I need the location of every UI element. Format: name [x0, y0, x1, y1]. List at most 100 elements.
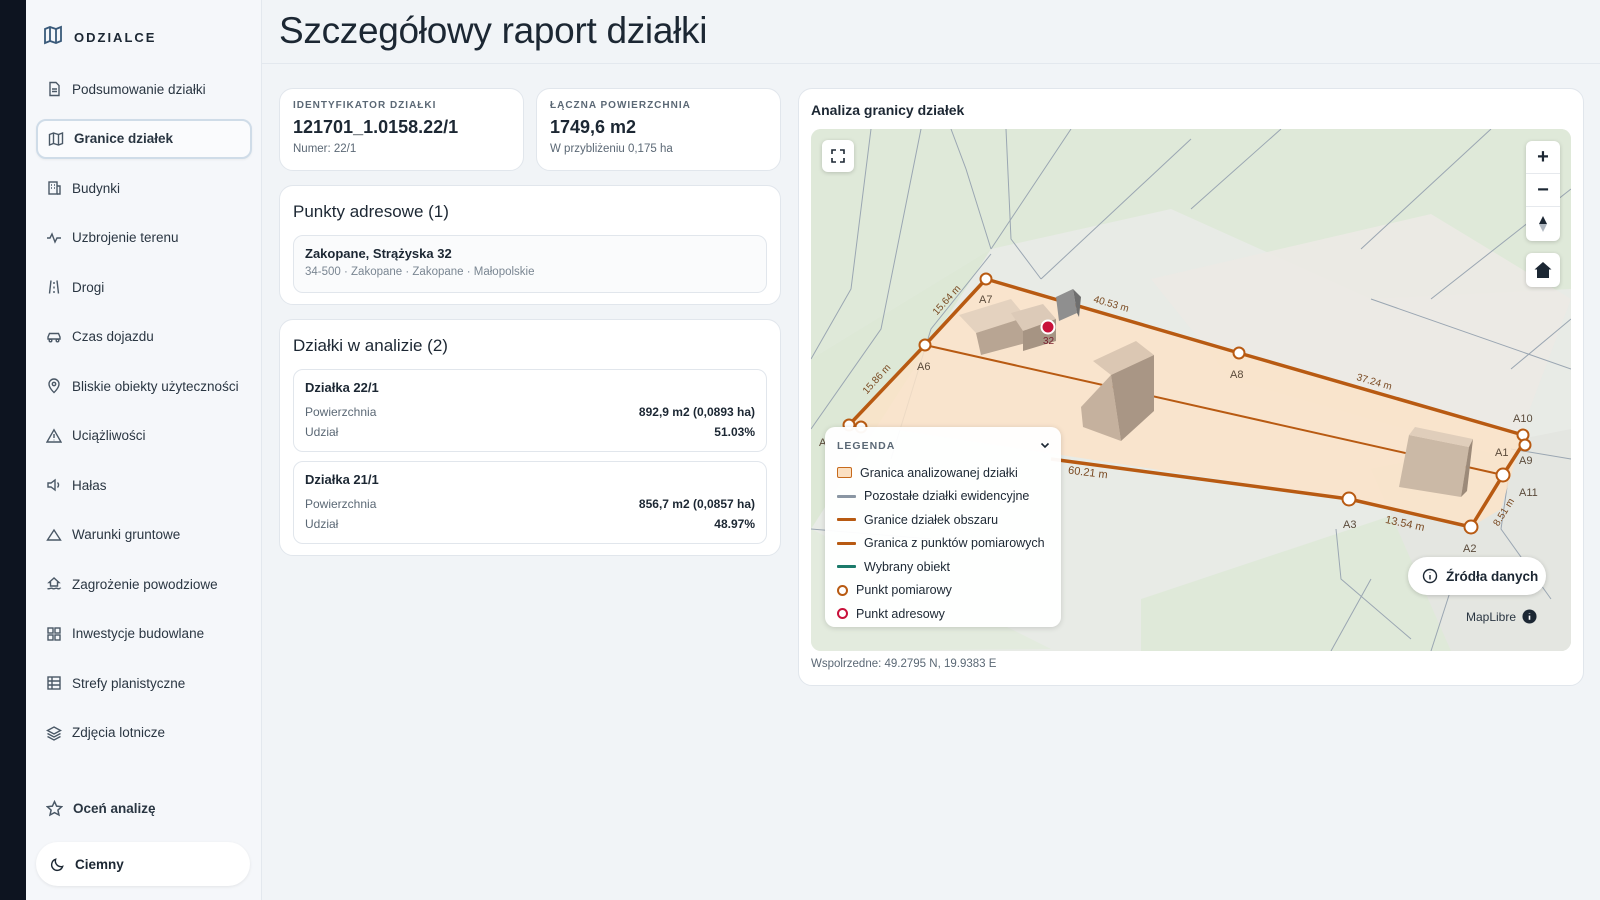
parcel-id-card: IDENTYFIKATOR DZIAŁKI 121701_1.0158.22/1…: [279, 88, 524, 171]
parcel-name: Działka 21/1: [305, 472, 379, 487]
sidebar-item-label: Hałas: [72, 477, 107, 493]
point-label-a8: A8: [1230, 369, 1244, 381]
address-details: 34-500 · Zakopane · Zakopane · Małopolsk…: [305, 266, 535, 278]
speaker-icon: [47, 478, 60, 492]
brand[interactable]: ODZIALCE: [42, 24, 156, 51]
legend-items: Granica analizowanej działki Pozostałe d…: [837, 461, 1045, 626]
sidebar-item-budynki[interactable]: Budynki: [36, 168, 252, 208]
map-view[interactable]: A7 A6 A8 A10 A1 A9 A11 A3 A2 A 32 15.64 …: [811, 129, 1571, 651]
address-points-title: Punkty adresowe (1): [293, 202, 449, 221]
grid-icon: [47, 626, 61, 641]
road-icon: [48, 280, 60, 294]
sidebar-item-uciazliwosci[interactable]: Uciążliwości: [36, 416, 252, 456]
selected-object-swatch: [837, 565, 856, 569]
sidebar-item-podsumowanie[interactable]: Podsumowanie działki: [36, 69, 252, 109]
zoom-in-button[interactable]: +: [1526, 141, 1560, 174]
fullscreen-button[interactable]: [822, 140, 854, 172]
area-boundaries-swatch: [837, 518, 856, 522]
warning-icon: [46, 427, 62, 443]
address-point-label: 32: [1043, 336, 1055, 347]
legend-item: Granica z punktów pomiarowych: [837, 532, 1045, 556]
boundary-analysis-card: Analiza granicy działek A7 A6 A8 A10 A1 …: [798, 88, 1584, 686]
building-icon: [48, 181, 61, 195]
sidebar-item-uzbrojenie[interactable]: Uzbrojenie terenu: [36, 218, 252, 258]
sidebar-item-label: Bliskie obiekty użyteczności: [72, 378, 239, 394]
sidebar-item-drogi[interactable]: Drogi: [36, 267, 252, 307]
address-item[interactable]: Zakopane, Strążyska 32 34-500 · Zakopane…: [293, 235, 767, 293]
zoom-controls: + −: [1526, 141, 1560, 241]
survey-boundary-swatch: [837, 541, 856, 545]
table-icon: [47, 676, 61, 690]
sidebar-item-inwestycje[interactable]: Inwestycje budowlane: [36, 614, 252, 654]
home-icon: [1534, 262, 1552, 278]
attribution-label[interactable]: MapLibre: [1466, 610, 1516, 624]
compass-button[interactable]: [1526, 207, 1560, 240]
legend-item: Pozostałe działki ewidencyjne: [837, 485, 1045, 509]
parcel-area-key: Powierzchnia: [305, 497, 377, 511]
sidebar-item-label: Zagrożenie powodziowe: [72, 576, 218, 592]
parcel-share-row: Udział 51.03%: [305, 425, 755, 439]
info-icon: [1422, 568, 1438, 584]
parcel-area-row: Powierzchnia 856,7 m2 (0,0857 ha): [305, 497, 755, 511]
analyzed-parcel-swatch: [837, 467, 852, 479]
rate-analysis-button[interactable]: Oceń analizę: [46, 800, 156, 817]
attribution-info-icon[interactable]: [1522, 609, 1537, 624]
sidebar-item-label: Budynki: [72, 180, 121, 196]
terrain-icon: [46, 528, 62, 541]
point-label-a10: A10: [1513, 413, 1533, 425]
pin-icon: [48, 378, 60, 394]
sidebar-item-zdjecia[interactable]: Zdjęcia lotnicze: [36, 713, 252, 753]
chevron-down-icon[interactable]: [1039, 439, 1051, 451]
map-book-icon: [42, 24, 64, 51]
point-label-a9: A9: [1519, 455, 1533, 467]
parcels-card: Działki w analizie (2) Działka 22/1 Powi…: [279, 319, 781, 556]
sidebar-item-bliskie-obiekty[interactable]: Bliskie obiekty użyteczności: [36, 366, 252, 406]
legend-label: Granica z punktów pomiarowych: [864, 536, 1045, 551]
sidebar-item-label: Inwestycje budowlane: [72, 626, 205, 641]
other-parcels-swatch: [837, 494, 856, 498]
legend-item: Wybrany obiekt: [837, 555, 1045, 579]
survey-point-swatch: [837, 584, 848, 596]
point-label-a7: A7: [979, 294, 993, 306]
sidebar-item-label: Uzbrojenie terenu: [72, 230, 179, 245]
fullscreen-icon: [831, 149, 845, 163]
flood-icon: [47, 577, 62, 590]
point-label-a11: A11: [1519, 487, 1538, 499]
map-icon: [48, 131, 64, 146]
data-sources-button[interactable]: Źródła danych: [1408, 557, 1546, 595]
parcel-area-row: Powierzchnia 892,9 m2 (0,0893 ha): [305, 405, 755, 419]
sidebar-item-label: Warunki gruntowe: [72, 527, 181, 542]
parcel-share-value: 48.97%: [714, 517, 755, 531]
total-area-label: ŁĄCZNA POWIERZCHNIA: [550, 100, 691, 111]
point-label-a3: A3: [1343, 519, 1357, 531]
legend-label: Granica analizowanej działki: [860, 465, 1018, 480]
map-legend: LEGENDA Granica analizowanej działki Poz…: [825, 427, 1061, 627]
parcel-share-key: Udział: [305, 425, 339, 439]
home-button[interactable]: [1526, 253, 1560, 287]
sidebar-item-label: Strefy planistyczne: [72, 675, 186, 691]
legend-item: Punkt pomiarowy: [837, 579, 1045, 603]
parcels-title: Działki w analizie (2): [293, 336, 448, 355]
parcel-area-key: Powierzchnia: [305, 405, 377, 419]
sidebar-item-label: Granice działek: [74, 131, 174, 146]
parcel-area-value: 892,9 m2 (0,0893 ha): [638, 405, 755, 419]
parcel-item[interactable]: Działka 22/1 Powierzchnia 892,9 m2 (0,08…: [293, 369, 767, 452]
sidebar-item-warunki-gruntowe[interactable]: Warunki gruntowe: [36, 515, 252, 555]
zoom-out-button[interactable]: −: [1526, 174, 1560, 207]
pulse-icon: [47, 231, 61, 244]
legend-label: Granice działek obszaru: [864, 512, 999, 527]
legend-label: Pozostałe działki ewidencyjne: [864, 489, 1030, 504]
sidebar-item-strefy[interactable]: Strefy planistyczne: [36, 663, 252, 703]
parcel-id-label: IDENTYFIKATOR DZIAŁKI: [293, 100, 437, 111]
sidebar-item-czas-dojazdu[interactable]: Czas dojazdu: [36, 317, 252, 357]
sidebar-item-label: Podsumowanie działki: [72, 81, 206, 97]
moon-icon: [50, 857, 64, 871]
sidebar-item-halas[interactable]: Hałas: [36, 465, 252, 505]
parcel-item[interactable]: Działka 21/1 Powierzchnia 856,7 m2 (0,08…: [293, 461, 767, 544]
theme-label: Ciemny: [75, 856, 124, 872]
theme-toggle[interactable]: Ciemny: [36, 842, 250, 886]
address-point-swatch: [837, 608, 848, 620]
sidebar-item-granice[interactable]: Granice działek: [36, 118, 252, 159]
sidebar-item-zagrozenie-powodziowe[interactable]: Zagrożenie powodziowe: [36, 564, 252, 604]
data-sources-label: Źródła danych: [1446, 568, 1539, 584]
